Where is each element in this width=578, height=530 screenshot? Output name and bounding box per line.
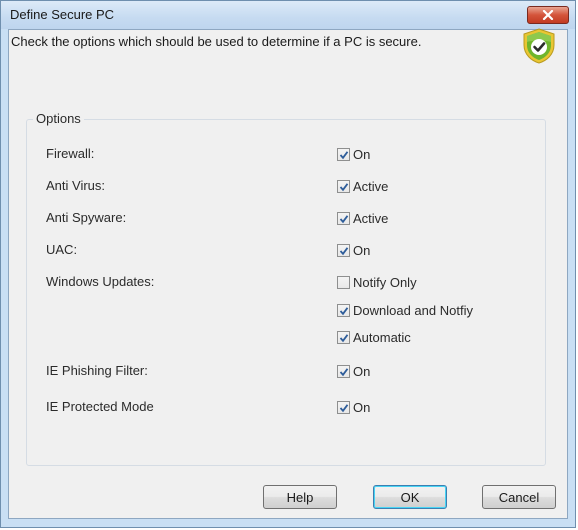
checkmark-icon bbox=[339, 246, 349, 255]
firewall-label: Firewall: bbox=[46, 146, 95, 161]
checkbox-box[interactable] bbox=[337, 147, 350, 161]
antivirus-active-checkbox[interactable]: Active bbox=[337, 178, 388, 194]
checkmark-icon bbox=[339, 367, 349, 376]
antispyware-active-checkbox[interactable]: Active bbox=[337, 210, 388, 226]
antivirus-label: Anti Virus: bbox=[46, 178, 106, 193]
dialog-window: Define Secure PC Check the options which… bbox=[0, 0, 576, 528]
checkbox-label: On bbox=[353, 399, 371, 415]
checkbox-box[interactable] bbox=[337, 400, 350, 414]
checkmark-icon bbox=[339, 182, 349, 191]
close-button[interactable] bbox=[527, 6, 569, 24]
checkbox-box[interactable] bbox=[337, 275, 350, 289]
checkbox-box[interactable] bbox=[337, 211, 350, 225]
antispyware-label: Anti Spyware: bbox=[46, 210, 127, 225]
checkbox-label: On bbox=[353, 146, 371, 162]
checkbox-label: Automatic bbox=[353, 329, 411, 345]
intro-text: Check the options which should be used t… bbox=[11, 34, 422, 49]
shield-check-icon bbox=[523, 28, 555, 64]
checkmark-icon bbox=[339, 306, 349, 315]
checkmark-icon bbox=[339, 403, 349, 412]
close-icon bbox=[542, 10, 554, 20]
checkmark-icon bbox=[339, 214, 349, 223]
uac-label: UAC: bbox=[46, 242, 78, 257]
checkbox-box[interactable] bbox=[337, 303, 350, 317]
checkbox-box[interactable] bbox=[337, 179, 350, 193]
automatic-checkbox[interactable]: Automatic bbox=[337, 329, 411, 345]
checkbox-label: Active bbox=[353, 210, 389, 226]
ie-protected-mode-label: IE Protected Mode bbox=[46, 399, 154, 414]
notify-only-checkbox[interactable]: Notify Only bbox=[337, 274, 417, 290]
windows-updates-label: Windows Updates: bbox=[46, 274, 155, 289]
window-title: Define Secure PC bbox=[10, 7, 115, 22]
checkbox-label: Active bbox=[353, 178, 389, 194]
checkbox-label: Download and Notfiy bbox=[353, 302, 473, 318]
checkmark-icon bbox=[339, 150, 349, 159]
uac-on-checkbox[interactable]: On bbox=[337, 242, 370, 258]
checkbox-box[interactable] bbox=[337, 243, 350, 257]
checkbox-box[interactable] bbox=[337, 330, 350, 344]
help-button[interactable]: Help bbox=[263, 485, 337, 509]
ok-button[interactable]: OK bbox=[373, 485, 447, 509]
checkbox-box[interactable] bbox=[337, 364, 350, 378]
checkbox-label: On bbox=[353, 363, 371, 379]
ie-protected-on-checkbox[interactable]: On bbox=[337, 399, 370, 415]
ie-phishing-on-checkbox[interactable]: On bbox=[337, 363, 370, 379]
firewall-on-checkbox[interactable]: On bbox=[337, 146, 370, 162]
ie-phishing-filter-label: IE Phishing Filter: bbox=[46, 363, 148, 378]
options-group-label: Options bbox=[33, 111, 84, 126]
title-bar[interactable]: Define Secure PC bbox=[1, 1, 575, 29]
cancel-button[interactable]: Cancel bbox=[482, 485, 556, 509]
download-and-notify-checkbox[interactable]: Download and Notfiy bbox=[337, 302, 473, 318]
checkbox-label: Notify Only bbox=[353, 274, 417, 290]
checkbox-label: On bbox=[353, 242, 371, 258]
checkmark-icon bbox=[339, 333, 349, 342]
